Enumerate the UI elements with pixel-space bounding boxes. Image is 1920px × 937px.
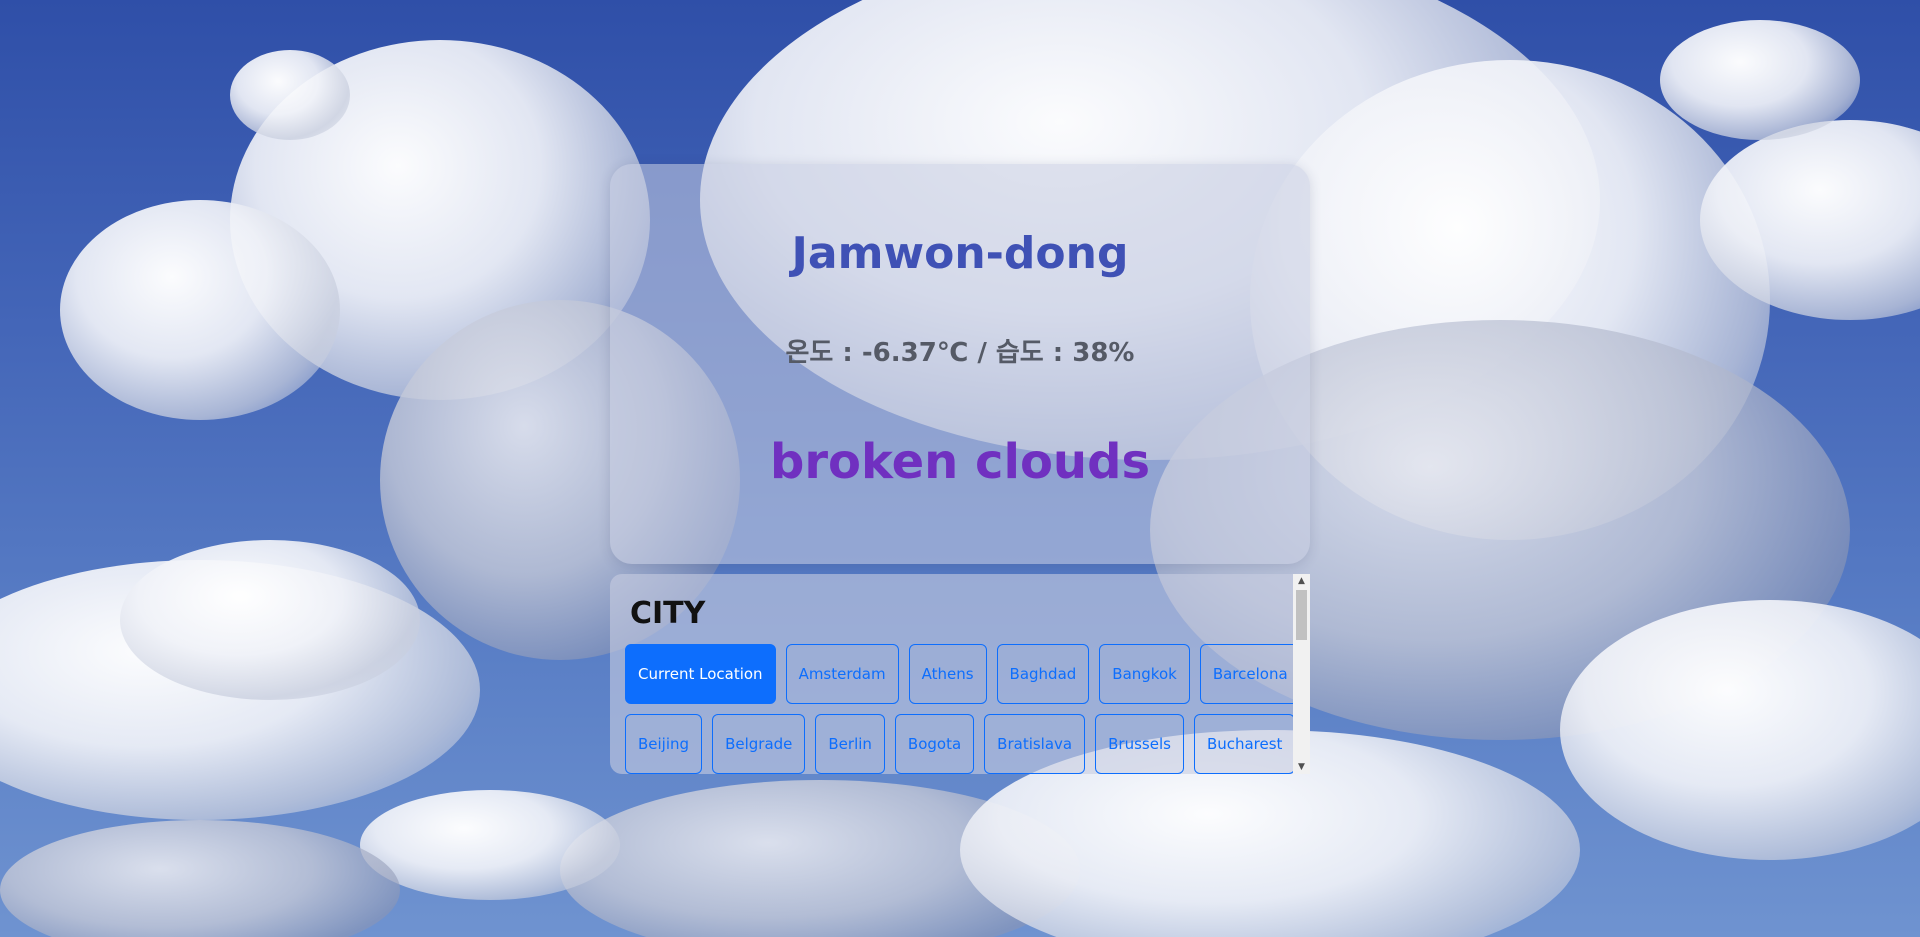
weather-card: Jamwon-dong 온도 : -6.37℃ / 습도 : 38% broke… [610, 164, 1310, 564]
city-button-beijing[interactable]: Beijing [625, 714, 703, 774]
city-button-current-location[interactable]: Current Location [625, 644, 776, 704]
city-button-bangkok[interactable]: Bangkok [1099, 644, 1190, 704]
city-button-baghdad[interactable]: Baghdad [996, 644, 1090, 704]
city-panel: CITY Current Location Amsterdam Athens B… [610, 574, 1310, 774]
cloud-shape [0, 820, 400, 937]
city-button-bucharest[interactable]: Bucharest [1193, 714, 1296, 774]
city-button-row: Beijing Belgrade Berlin Bogota Bratislav… [625, 714, 1296, 774]
city-button-belgrade[interactable]: Belgrade [712, 714, 806, 774]
city-panel-title: CITY [630, 596, 706, 631]
scroll-up-arrow-icon[interactable]: ▲ [1293, 574, 1310, 588]
cloud-shape [60, 200, 340, 420]
city-panel-content: CITY Current Location Amsterdam Athens B… [610, 574, 1301, 774]
cloud-shape [120, 540, 420, 700]
city-button-barcelona[interactable]: Barcelona [1199, 644, 1301, 704]
city-button-amsterdam[interactable]: Amsterdam [785, 644, 899, 704]
city-button-athens[interactable]: Athens [908, 644, 987, 704]
cloud-shape [1660, 20, 1860, 140]
weather-description: broken clouds [769, 434, 1151, 490]
city-button-bratislava[interactable]: Bratislava [984, 714, 1086, 774]
scroll-thumb[interactable] [1296, 590, 1307, 640]
location-name: Jamwon-dong [791, 228, 1129, 279]
city-button-bogota[interactable]: Bogota [894, 714, 975, 774]
city-button-brussels[interactable]: Brussels [1095, 714, 1184, 774]
city-button-row: Current Location Amsterdam Athens Baghda… [625, 644, 1301, 704]
city-button-berlin[interactable]: Berlin [815, 714, 885, 774]
scroll-down-arrow-icon[interactable]: ▼ [1293, 760, 1310, 774]
cloud-shape [230, 50, 350, 140]
temperature-humidity: 온도 : -6.37℃ / 습도 : 38% [785, 338, 1135, 368]
city-panel-scrollbar[interactable]: ▲ ▼ [1293, 574, 1310, 774]
